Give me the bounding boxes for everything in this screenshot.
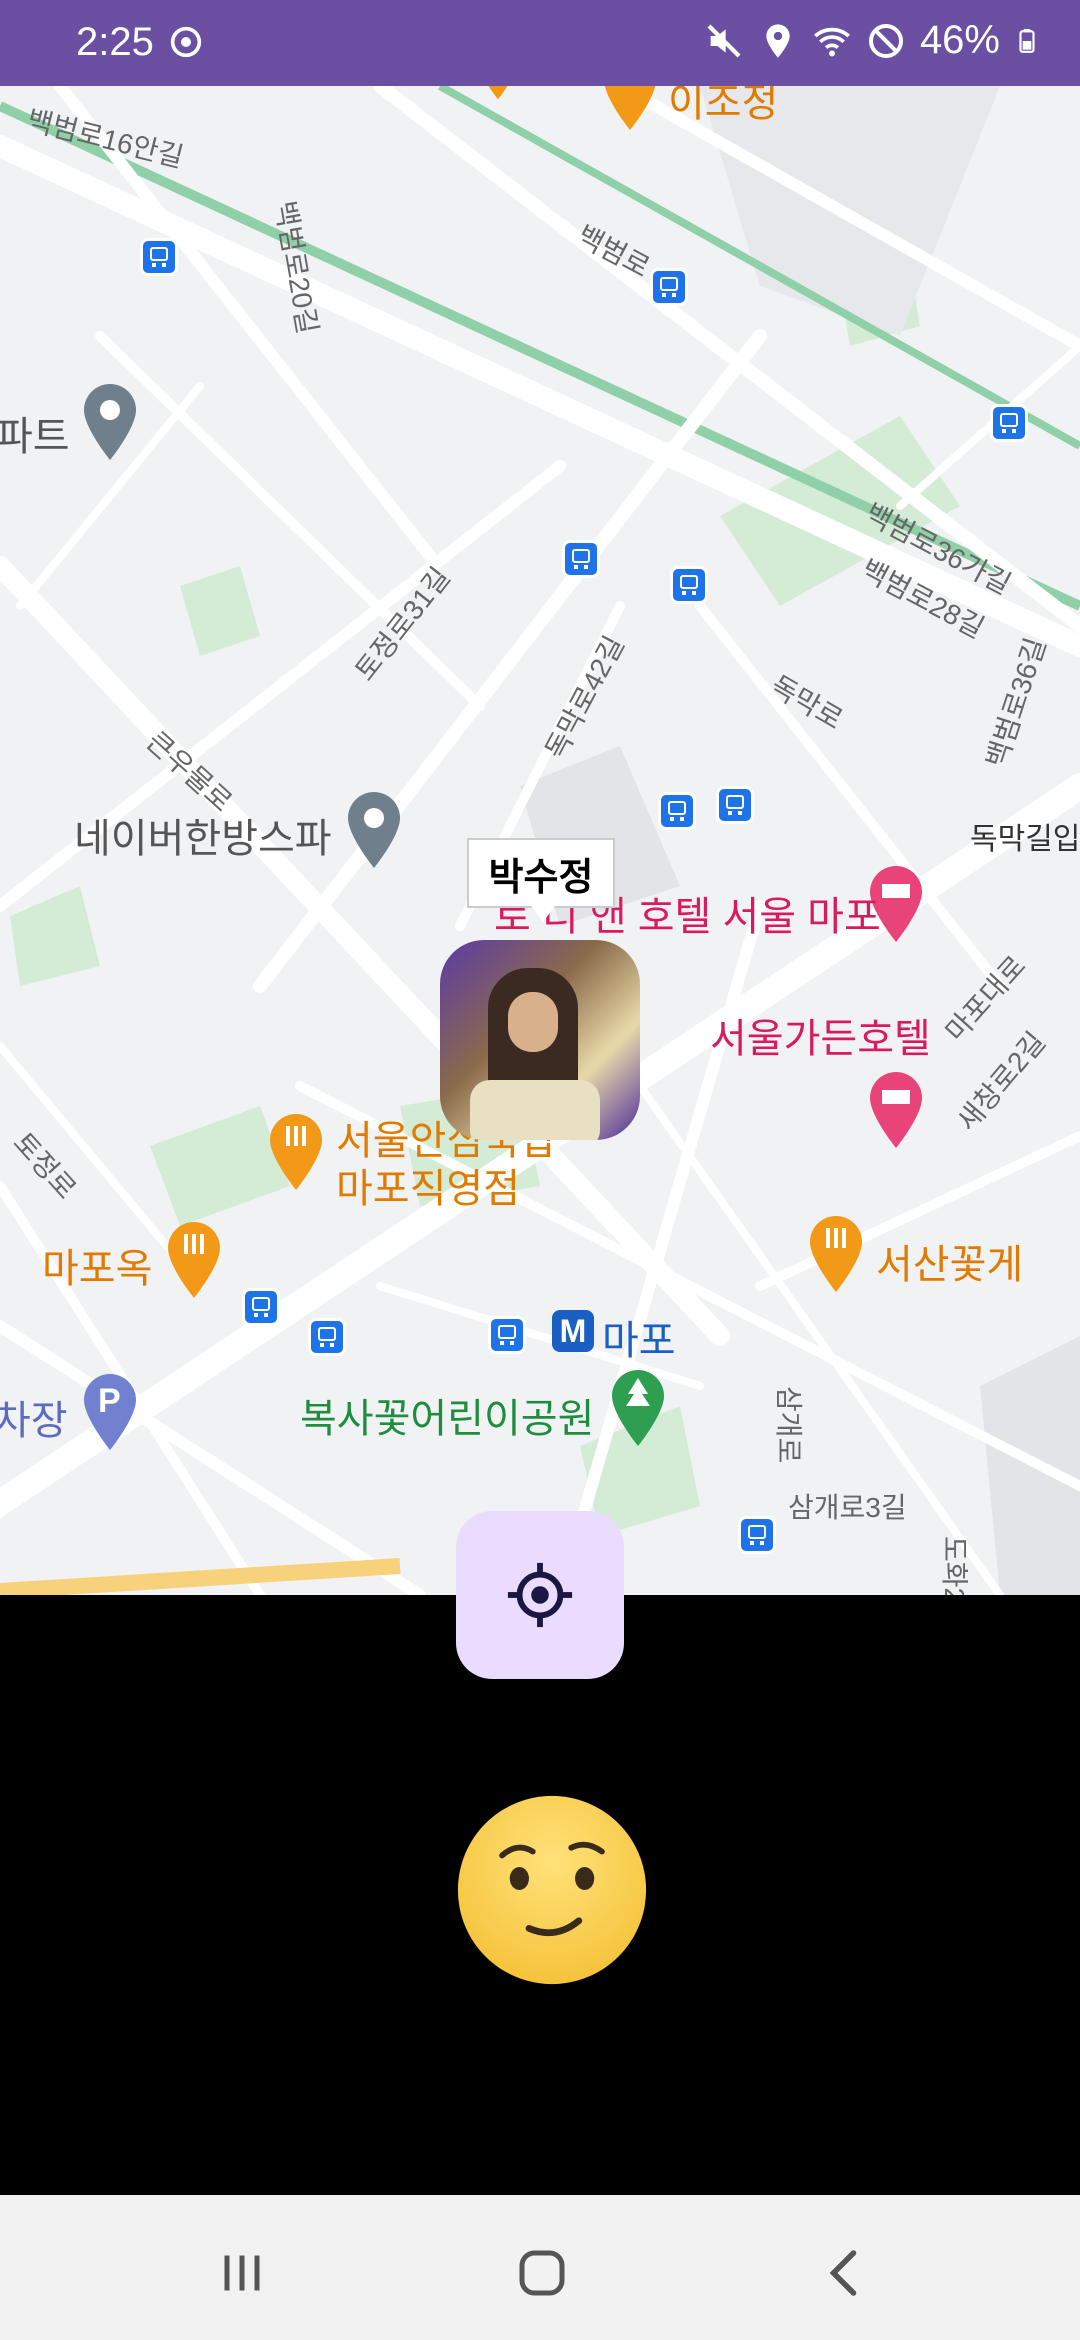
- back-icon[interactable]: [816, 2243, 876, 2303]
- metro-letter: M: [559, 1312, 587, 1349]
- road-label: 도화2길: [939, 1536, 970, 1595]
- status-bar: 2:25 46%: [0, 0, 1080, 86]
- bus-stop-icon[interactable]: [140, 238, 178, 276]
- bus-stop-icon[interactable]: [658, 792, 696, 830]
- recent-apps-icon[interactable]: [212, 2243, 272, 2303]
- crosshair-icon: [507, 1562, 573, 1628]
- bus-stop-icon[interactable]: [308, 1318, 346, 1356]
- bus-stop-icon[interactable]: [670, 566, 708, 604]
- nav-bar: [0, 2195, 1080, 2340]
- mapo-station-label[interactable]: 마포: [602, 1308, 676, 1366]
- dnd-icon: [868, 23, 903, 58]
- boksa-park-label[interactable]: 복사꽃어린이공원: [300, 1386, 594, 1444]
- place-pin-icon[interactable]: [344, 790, 404, 870]
- map-view[interactable]: 백범로16안길 백범로20길 백범로 백범로36가길 백범로28길 토정로31길…: [0, 86, 1080, 1595]
- top-restaurant-pin-icon[interactable]: [478, 86, 518, 102]
- restaurant-pin-icon[interactable]: [164, 1220, 224, 1300]
- status-icons: 46%: [704, 18, 1040, 63]
- bus-stop-icon[interactable]: [738, 1516, 776, 1554]
- hotel-pin-icon[interactable]: [866, 1070, 926, 1150]
- wifi-icon: [814, 27, 850, 56]
- seosan-label[interactable]: 서산꽃게: [876, 1232, 1023, 1290]
- top-restaurant-pin-icon[interactable]: [600, 86, 660, 132]
- naver-hanbang-label[interactable]: 네이버한방스파: [74, 806, 332, 864]
- park-pin-icon[interactable]: [608, 1368, 668, 1448]
- bus-stop-icon[interactable]: [242, 1288, 280, 1326]
- location-icon: [766, 23, 790, 58]
- top-restaurant-label[interactable]: 이조정: [668, 86, 778, 128]
- mapo-ok-label[interactable]: 마포옥: [42, 1236, 152, 1294]
- battery-percent: 46%: [919, 18, 1000, 62]
- status-time: 2:25: [76, 20, 154, 64]
- user-marker-label[interactable]: 박수정: [467, 838, 615, 922]
- place-pin-icon[interactable]: [80, 382, 140, 462]
- restaurant-pin-icon[interactable]: [806, 1214, 866, 1294]
- home-icon[interactable]: [512, 2243, 572, 2303]
- dokmak-label: 독막길입: [970, 823, 1080, 856]
- mute-icon: [707, 24, 741, 57]
- restaurant-pin-icon[interactable]: [266, 1112, 326, 1192]
- my-location-button[interactable]: [456, 1511, 624, 1679]
- parking-letter: P: [98, 1382, 121, 1420]
- avatar-shirt-shape: [470, 1080, 600, 1140]
- seoul-ansim-label-2[interactable]: 마포직영점: [336, 1156, 520, 1214]
- bus-stop-icon[interactable]: [488, 1316, 526, 1354]
- apt-label[interactable]: 파트: [0, 404, 70, 462]
- smirk-emoji-icon[interactable]: [456, 1794, 648, 1986]
- parking-label[interactable]: 차장: [0, 1388, 68, 1446]
- bus-stop-icon[interactable]: [562, 540, 600, 578]
- bus-stop-icon[interactable]: [650, 268, 688, 306]
- metro-icon[interactable]: M: [552, 1310, 594, 1352]
- battery-icon: [1019, 28, 1035, 53]
- seoul-garden-label[interactable]: 서울가든호텔: [710, 1006, 931, 1064]
- avatar-face-shape: [508, 992, 558, 1052]
- road-label: 삼개로3길: [788, 1492, 907, 1523]
- bus-stop-icon[interactable]: [990, 404, 1028, 442]
- user-avatar[interactable]: [440, 940, 640, 1140]
- sync-icon: [170, 26, 202, 58]
- road-label: 삼개로: [773, 1386, 804, 1464]
- bus-stop-icon[interactable]: [716, 786, 754, 824]
